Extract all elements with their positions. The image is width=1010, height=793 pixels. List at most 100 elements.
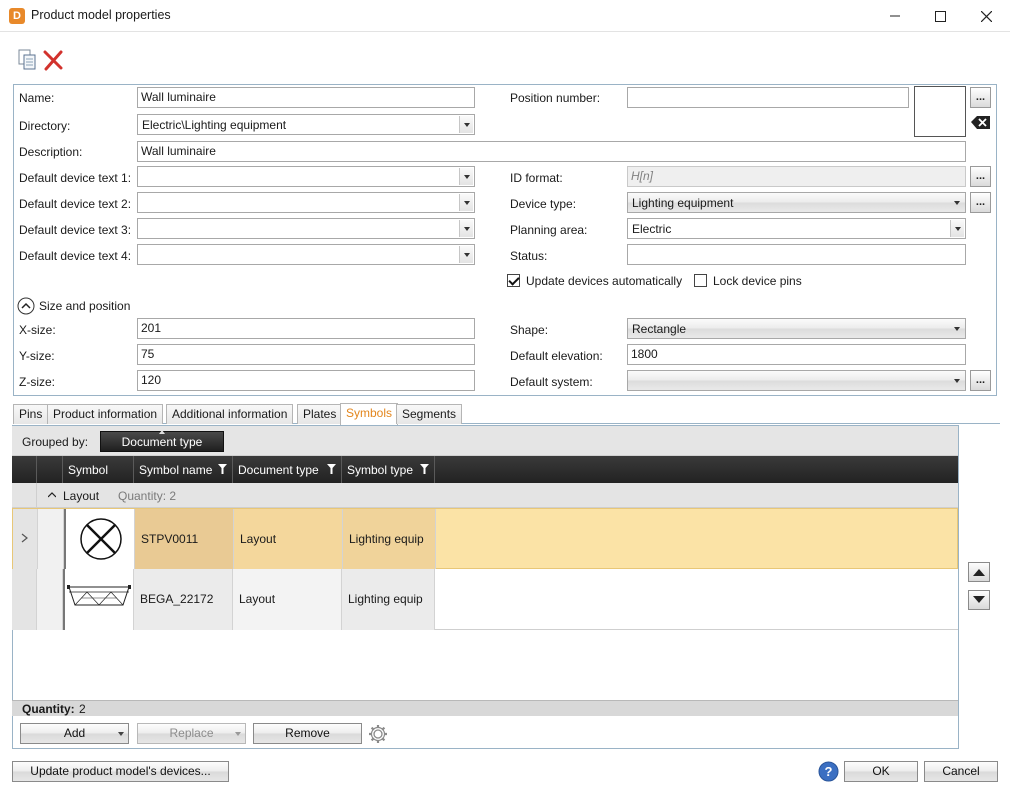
tab-product-information[interactable]: Product information	[47, 404, 164, 424]
chevron-down-icon[interactable]	[459, 116, 473, 133]
add-button[interactable]: Add	[20, 723, 129, 744]
ddt1-combo[interactable]	[137, 166, 475, 187]
collapse-section-button[interactable]	[17, 297, 35, 315]
chevron-down-icon[interactable]	[950, 320, 964, 337]
chevron-down-icon	[235, 732, 241, 736]
update-product-devices-button[interactable]: Update product model's devices...	[12, 761, 229, 782]
planning-area-value: Electric	[632, 222, 672, 236]
chevron-down-icon[interactable]	[459, 220, 473, 237]
tab-segments[interactable]: Segments	[396, 404, 463, 424]
status-field[interactable]	[627, 244, 966, 265]
shape-combo[interactable]: Rectangle	[627, 318, 966, 339]
copy-document-icon	[18, 49, 36, 70]
update-devices-checkbox[interactable]	[507, 274, 520, 287]
planning-area-combo[interactable]: Electric	[627, 218, 966, 239]
svg-text:?: ?	[825, 764, 833, 779]
y-size-field[interactable]: 75	[137, 344, 475, 365]
id-format-field: H[n]	[627, 166, 966, 187]
image-preview[interactable]	[914, 86, 966, 137]
ddt3-combo[interactable]	[137, 218, 475, 239]
wall-luminaire-symbol-icon	[67, 585, 131, 606]
luminaire-cross-symbol-icon	[80, 518, 122, 560]
cancel-button[interactable]: Cancel	[924, 761, 998, 782]
chevron-up-icon[interactable]	[48, 492, 56, 498]
ok-button[interactable]: OK	[844, 761, 918, 782]
cell-symbol-type: Lighting equip	[342, 569, 435, 630]
ddt4-combo[interactable]	[137, 244, 475, 265]
name-field[interactable]: Wall luminaire	[137, 87, 475, 108]
cell-symbol-type: Lighting equip	[343, 509, 436, 570]
z-size-field[interactable]: 120	[137, 370, 475, 391]
default-system-label: Default system:	[510, 375, 593, 389]
tab-plates[interactable]: Plates	[297, 404, 343, 424]
chevron-down-icon[interactable]	[459, 246, 473, 263]
grid-header: Symbol Symbol name Document type Symbol …	[12, 456, 958, 483]
group-quantity: Quantity: 2	[118, 489, 177, 503]
close-button[interactable]	[963, 0, 1009, 32]
clear-image-button[interactable]	[970, 112, 991, 133]
group-row-layout[interactable]: Layout Quantity: 2	[12, 483, 958, 508]
device-type-combo[interactable]: Lighting equipment	[627, 192, 966, 213]
minimize-button[interactable]	[872, 0, 918, 32]
browse-image-button[interactable]: ...	[970, 87, 991, 108]
shape-label: Shape:	[510, 323, 549, 337]
position-number-field[interactable]	[627, 87, 909, 108]
lock-pins-checkbox[interactable]	[694, 274, 707, 287]
ddt2-label: Default device text 2:	[19, 197, 132, 211]
name-label: Name:	[19, 91, 55, 105]
group-chip-document-type[interactable]: Document type	[100, 431, 224, 452]
help-button[interactable]: ?	[818, 761, 839, 782]
device-type-value: Lighting equipment	[632, 196, 734, 210]
group-chip-label: Document type	[121, 435, 203, 449]
tab-pins[interactable]: Pins	[13, 404, 49, 424]
chevron-down-icon[interactable]	[950, 220, 964, 237]
filter-icon[interactable]	[420, 464, 429, 474]
symbol-thumbnail	[63, 569, 134, 630]
chevron-down-icon[interactable]	[950, 372, 964, 389]
ddt3-label: Default device text 3:	[19, 223, 132, 237]
chevron-down-icon[interactable]	[950, 194, 964, 211]
directory-combo[interactable]: Electric\Lighting equipment	[137, 114, 475, 135]
table-row[interactable]: BEGA_22172 Layout Lighting equip	[12, 569, 958, 630]
move-up-button[interactable]	[968, 562, 990, 582]
directory-value: Electric\Lighting equipment	[142, 118, 287, 132]
default-system-browse-button[interactable]: ...	[970, 370, 991, 391]
column-symbol[interactable]: Symbol	[63, 456, 134, 483]
maximize-icon	[934, 10, 946, 22]
add-button-label: Add	[63, 726, 86, 740]
app-icon: D	[9, 8, 25, 24]
close-icon	[980, 10, 992, 22]
tab-symbols[interactable]: Symbols	[340, 403, 399, 425]
id-format-browse-button[interactable]: ...	[970, 166, 991, 187]
settings-button[interactable]	[367, 723, 389, 745]
copy-button[interactable]	[15, 48, 39, 72]
tab-additional-information[interactable]: Additional information	[166, 404, 294, 424]
table-row[interactable]: STPV0011 Layout Lighting equip	[12, 508, 958, 570]
x-size-field[interactable]: 201	[137, 318, 475, 339]
ddt2-combo[interactable]	[137, 192, 475, 213]
delete-button[interactable]	[41, 48, 65, 72]
footer-quantity-label: Quantity:	[22, 702, 75, 716]
chevron-down-icon	[118, 732, 124, 736]
maximize-button[interactable]	[917, 0, 963, 32]
replace-button[interactable]: Replace	[137, 723, 246, 744]
help-icon: ?	[818, 761, 839, 782]
column-document-type-label: Document type	[238, 463, 319, 477]
device-type-browse-button[interactable]: ...	[970, 192, 991, 213]
row-indicator	[13, 509, 38, 570]
filter-icon[interactable]	[327, 464, 336, 474]
default-system-combo[interactable]	[627, 370, 966, 391]
minimize-icon	[890, 15, 900, 17]
quantity-footer: Quantity: 2	[12, 700, 958, 716]
chevron-down-icon[interactable]	[459, 168, 473, 185]
chevron-down-icon[interactable]	[459, 194, 473, 211]
size-section-title: Size and position	[39, 299, 131, 313]
arrow-down-icon	[973, 596, 985, 603]
elevation-field[interactable]: 1800	[627, 344, 966, 365]
filter-icon[interactable]	[218, 464, 227, 474]
description-field[interactable]: Wall luminaire	[137, 141, 966, 162]
remove-button[interactable]: Remove	[253, 723, 362, 744]
description-label: Description:	[19, 145, 83, 159]
move-down-button[interactable]	[968, 590, 990, 610]
column-document-type[interactable]: Document type	[233, 456, 342, 483]
